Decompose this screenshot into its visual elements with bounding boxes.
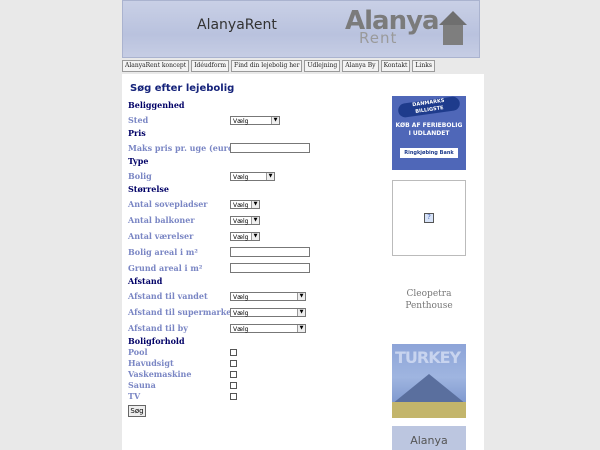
afstand-vandet-select[interactable]: Vælg ▼ — [230, 291, 306, 301]
nav-links[interactable]: Links — [412, 60, 435, 72]
nav-concept[interactable]: AlanyaRent koncept — [122, 60, 190, 72]
search-button[interactable]: Søg — [128, 405, 146, 417]
vaskemaskine-checkbox[interactable] — [230, 370, 237, 378]
label-balkoner: Antal balkoner — [128, 215, 195, 225]
section-price: Pris — [128, 128, 146, 138]
vaerelser-select[interactable]: Vælg ▼ — [230, 231, 260, 241]
section-conditions: Boligforhold — [128, 336, 185, 346]
nav-udlejning[interactable]: Udlejning — [304, 60, 341, 72]
main-nav: AlanyaRent koncept Idéudform Find din le… — [122, 60, 435, 72]
brand-text: AlanyaRent — [197, 17, 277, 33]
turkey-ad-word: TURKEY — [395, 348, 461, 367]
row-afstand-supermarked: Afstand til supermarked Vælg ▼ — [128, 306, 318, 318]
house-logo-icon — [439, 11, 467, 45]
pool-checkbox[interactable] — [230, 348, 237, 356]
row-afstand-by: Afstand til by Vælg ▼ — [128, 322, 318, 334]
grund-areal-input[interactable] — [230, 263, 310, 273]
chevron-down-icon: ▼ — [251, 200, 259, 208]
nav-alanya-by[interactable]: Alanya By — [342, 60, 379, 72]
label-sted: Sted — [128, 115, 149, 125]
row-sted: Sted Vælg ▼ — [128, 114, 318, 126]
content-panel: Søg efter lejebolig Beliggenhed Sted Væl… — [122, 74, 484, 450]
bank-ad-badge: DANMARKS BILLIGSTE — [397, 95, 461, 119]
chevron-down-icon: ▼ — [297, 324, 305, 332]
label-havudsigt: Havudsigt — [128, 358, 174, 368]
afstand-supermarked-value: Vælg — [233, 309, 249, 317]
row-bolig-areal: Bolig areal i m² — [128, 246, 318, 258]
page-wrapper: AlanyaRent Alanya Rent AlanyaRent koncep… — [122, 0, 484, 450]
bolig-areal-input[interactable] — [230, 247, 310, 257]
section-distance: Afstand — [128, 276, 163, 286]
alanya-ad[interactable]: Alanya — [392, 426, 466, 450]
row-afstand-vandet: Afstand til vandet Vælg ▼ — [128, 290, 318, 302]
label-tv: TV — [128, 391, 141, 401]
chevron-down-icon: ▼ — [251, 232, 259, 240]
row-sauna: Sauna — [128, 380, 318, 390]
label-vaerelser: Antal værelser — [128, 231, 194, 241]
row-maks-pris: Maks pris pr. uge (euro) — [128, 142, 318, 154]
section-location: Beliggenhed — [128, 100, 185, 110]
row-balkoner: Antal balkoner Vælg ▼ — [128, 214, 318, 226]
vaerelser-value: Vælg — [233, 233, 249, 241]
afstand-by-value: Vælg — [233, 325, 249, 333]
maks-pris-input[interactable] — [230, 143, 310, 153]
afstand-supermarked-select[interactable]: Vælg ▼ — [230, 307, 306, 317]
sted-value: Vælg — [233, 117, 249, 125]
broken-image-ad[interactable]: ? — [392, 180, 466, 256]
sovepladser-value: Vælg — [233, 201, 249, 209]
balkoner-select[interactable]: Vælg ▼ — [230, 215, 260, 225]
cleopetra-link[interactable]: Cleopetra Penthouse — [390, 288, 468, 312]
nav-kontakt[interactable]: Kontakt — [380, 60, 411, 72]
havudsigt-checkbox[interactable] — [230, 359, 237, 367]
row-havudsigt: Havudsigt — [128, 358, 318, 368]
afstand-by-select[interactable]: Vælg ▼ — [230, 323, 306, 333]
nav-ideudform[interactable]: Idéudform — [191, 60, 230, 72]
bolig-value: Vælg — [233, 173, 249, 181]
row-vaerelser: Antal værelser Vælg ▼ — [128, 230, 318, 242]
sted-select[interactable]: Vælg ▼ — [230, 115, 280, 125]
label-pool: Pool — [128, 347, 148, 357]
mountain-shape — [392, 374, 466, 404]
bolig-select[interactable]: Vælg ▼ — [230, 171, 275, 181]
logo-sub: Rent — [359, 29, 398, 47]
tv-checkbox[interactable] — [230, 392, 237, 400]
chevron-down-icon: ▼ — [271, 116, 279, 124]
label-grund-areal: Grund areal i m² — [128, 263, 203, 273]
section-size: Størrelse — [128, 184, 169, 194]
label-sauna: Sauna — [128, 380, 156, 390]
sovepladser-select[interactable]: Vælg ▼ — [230, 199, 260, 209]
search-form: Beliggenhed Sted Vælg ▼ Pris Maks pris p… — [128, 98, 318, 417]
label-afstand-supermarked: Afstand til supermarked — [128, 307, 237, 317]
label-bolig: Bolig — [128, 171, 152, 181]
label-afstand-vandet: Afstand til vandet — [128, 291, 208, 301]
row-sovepladser: Antal sovepladser Vælg ▼ — [128, 198, 318, 210]
site-header: AlanyaRent Alanya Rent — [122, 0, 480, 58]
bank-ad-headline: KØB AF FERIEBOLIG I UDLANDET — [395, 122, 463, 137]
row-grund-areal: Grund areal i m² — [128, 262, 318, 274]
sand-shape — [392, 402, 466, 418]
chevron-down-icon: ▼ — [297, 292, 305, 300]
chevron-down-icon: ▼ — [266, 172, 274, 180]
row-pool: Pool — [128, 347, 318, 357]
row-tv: TV — [128, 391, 318, 401]
label-vaskemaskine: Vaskemaskine — [128, 369, 192, 379]
row-bolig: Bolig Vælg ▼ — [128, 170, 318, 182]
afstand-vandet-value: Vælg — [233, 293, 249, 301]
row-vaskemaskine: Vaskemaskine — [128, 369, 318, 379]
chevron-down-icon: ▼ — [297, 308, 305, 316]
label-bolig-areal: Bolig areal i m² — [128, 247, 198, 257]
page-title: Søg efter lejebolig — [130, 83, 235, 94]
turkey-ad[interactable]: TURKEY — [392, 344, 466, 418]
label-sovepladser: Antal sovepladser — [128, 199, 208, 209]
broken-image-icon: ? — [424, 213, 434, 223]
balkoner-value: Vælg — [233, 217, 249, 225]
chevron-down-icon: ▼ — [251, 216, 259, 224]
nav-find-rental[interactable]: Find din lejebolig her — [231, 60, 303, 72]
bank-ad-footer: Ringkjøbing Bank — [400, 148, 458, 158]
sauna-checkbox[interactable] — [230, 381, 237, 389]
bank-ad[interactable]: DANMARKS BILLIGSTE KØB AF FERIEBOLIG I U… — [392, 95, 466, 170]
label-maks-pris: Maks pris pr. uge (euro) — [128, 143, 237, 153]
label-afstand-by: Afstand til by — [128, 323, 188, 333]
section-type: Type — [128, 156, 149, 166]
